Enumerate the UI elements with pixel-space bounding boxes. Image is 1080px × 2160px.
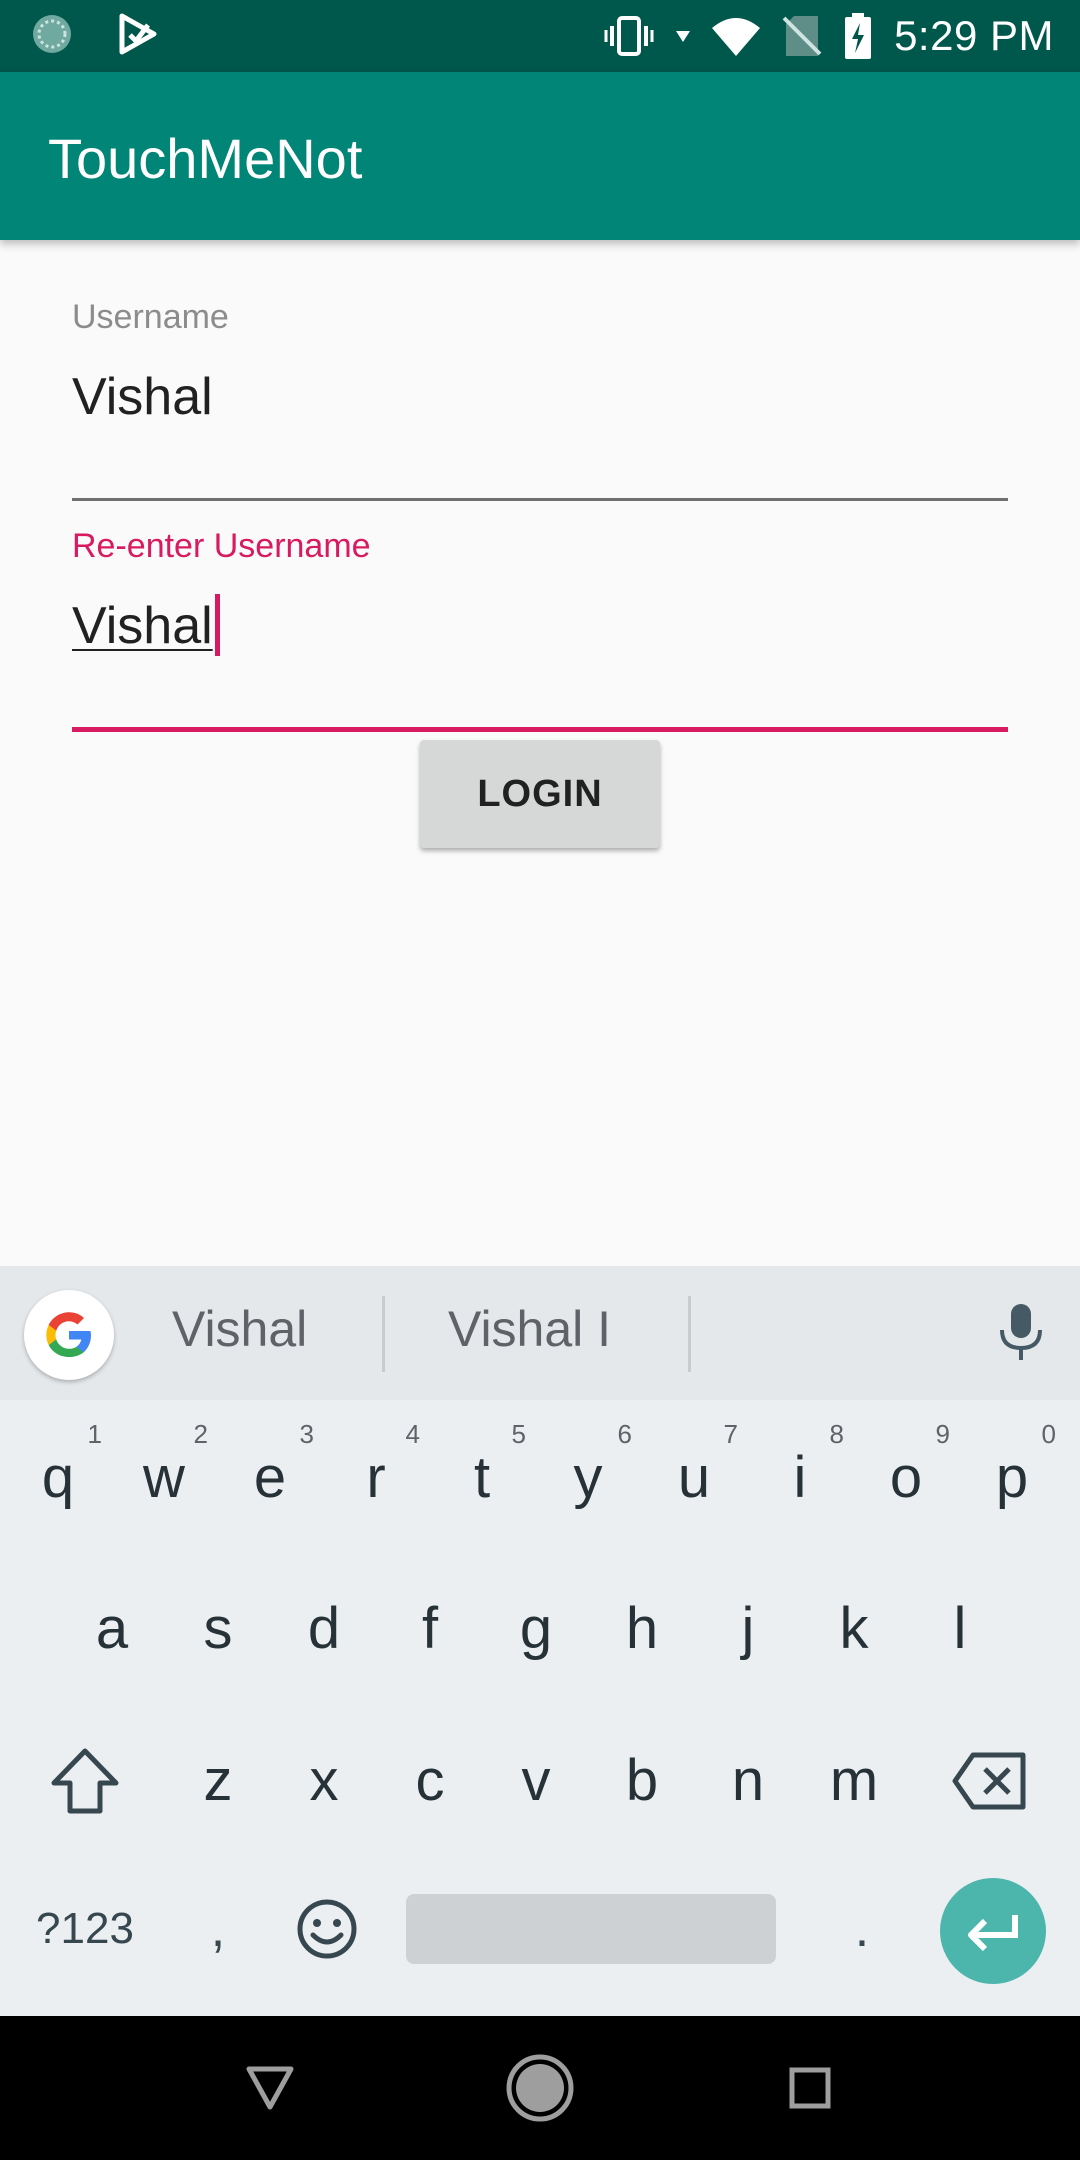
emoji-key[interactable]	[282, 1854, 372, 2004]
key-b[interactable]: b	[590, 1706, 694, 1856]
play-store-icon	[118, 13, 158, 55]
shift-icon	[51, 1748, 119, 1814]
reenter-username-field[interactable]: Re-enter Username Vishal	[72, 527, 1008, 732]
mic-icon[interactable]	[996, 1302, 1046, 1367]
vibrate-icon	[604, 14, 654, 58]
google-icon	[46, 1312, 91, 1357]
suggestion-bar: Vishal Vishal I	[0, 1266, 1080, 1400]
reenter-username-input[interactable]: Vishal	[72, 594, 220, 658]
key-row-2: a s d f g h j k l	[0, 1554, 1080, 1704]
key-p[interactable]: p0	[960, 1403, 1064, 1553]
battery-charging-icon	[844, 13, 872, 59]
key-w[interactable]: w2	[112, 1403, 216, 1553]
enter-icon	[968, 1915, 1018, 1951]
no-sim-icon	[782, 14, 822, 58]
back-button[interactable]	[240, 2056, 300, 2120]
key-i[interactable]: i8	[748, 1403, 852, 1553]
home-button[interactable]	[500, 2054, 580, 2122]
key-h[interactable]: h	[590, 1554, 694, 1704]
recents-icon	[789, 2067, 831, 2109]
emoji-icon	[297, 1899, 357, 1959]
back-icon	[246, 2066, 294, 2110]
key-x[interactable]: x	[272, 1706, 376, 1856]
suggestion-divider	[688, 1296, 691, 1372]
key-l[interactable]: l	[908, 1554, 1012, 1704]
key-a[interactable]: a	[60, 1554, 164, 1704]
suggestion-1[interactable]: Vishal	[172, 1300, 307, 1358]
enter-key[interactable]	[940, 1878, 1046, 1984]
key-g[interactable]: g	[484, 1554, 588, 1704]
key-k[interactable]: k	[802, 1554, 906, 1704]
comma-key[interactable]: ,	[166, 1854, 270, 2004]
suggestion-2[interactable]: Vishal I	[448, 1300, 611, 1358]
key-y[interactable]: y6	[536, 1403, 640, 1553]
key-q[interactable]: q1	[6, 1403, 110, 1553]
backspace-icon	[952, 1752, 1026, 1810]
key-o[interactable]: o9	[854, 1403, 958, 1553]
status-bar: 5:29 PM	[0, 0, 1080, 72]
reenter-username-text: Vishal	[72, 597, 213, 655]
reenter-username-label: Re-enter Username	[72, 527, 371, 565]
login-button[interactable]: LOGIN	[420, 740, 660, 848]
app-title: TouchMeNot	[48, 127, 363, 190]
reenter-username-underline	[72, 727, 1008, 732]
key-m[interactable]: m	[802, 1706, 906, 1856]
keyboard: Vishal Vishal I q1 w2 e3 r4 t5 y6 u7 i8 …	[0, 1266, 1080, 2016]
key-v[interactable]: v	[484, 1706, 588, 1856]
clock: 5:29 PM	[894, 12, 1054, 59]
recents-button[interactable]	[780, 2056, 840, 2120]
sync-icon	[30, 12, 74, 56]
wifi-icon	[712, 16, 761, 56]
period-key[interactable]: .	[810, 1854, 914, 2004]
space-key[interactable]	[406, 1894, 776, 1964]
key-e[interactable]: e3	[218, 1403, 322, 1553]
data-arrow-icon	[676, 29, 691, 43]
symbols-key[interactable]: ?123	[20, 1854, 150, 2004]
key-u[interactable]: u7	[642, 1403, 746, 1553]
key-c[interactable]: c	[378, 1706, 482, 1856]
key-row-3: z x c v b n m	[0, 1706, 1080, 1856]
home-icon	[506, 2054, 574, 2122]
text-caret	[214, 594, 220, 657]
key-d[interactable]: d	[272, 1554, 376, 1704]
username-label: Username	[72, 298, 229, 336]
key-s[interactable]: s	[166, 1554, 270, 1704]
username-underline	[72, 498, 1008, 501]
key-row-1: q1 w2 e3 r4 t5 y6 u7 i8 o9 p0	[0, 1403, 1080, 1553]
key-t[interactable]: t5	[430, 1403, 534, 1553]
key-z[interactable]: z	[166, 1706, 270, 1856]
key-n[interactable]: n	[696, 1706, 800, 1856]
username-input[interactable]: Vishal	[72, 365, 213, 429]
app-bar: TouchMeNot	[0, 72, 1080, 240]
username-field[interactable]: Username Vishal	[72, 298, 1008, 501]
key-f[interactable]: f	[378, 1554, 482, 1704]
key-j[interactable]: j	[696, 1554, 800, 1704]
suggestion-divider	[382, 1296, 385, 1372]
shift-key[interactable]	[20, 1706, 150, 1856]
navigation-bar	[0, 2016, 1080, 2160]
key-r[interactable]: r4	[324, 1403, 428, 1553]
login-form: Username Vishal Re-enter Username Vishal…	[0, 240, 1080, 1266]
backspace-key[interactable]	[930, 1706, 1050, 1856]
google-search-button[interactable]	[24, 1290, 114, 1380]
